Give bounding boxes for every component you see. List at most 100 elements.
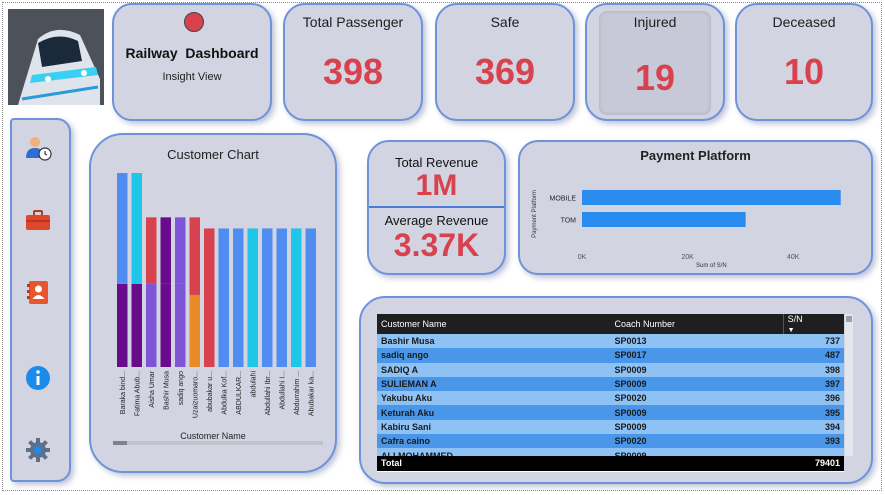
table-row[interactable]: SADIQ A SP0009 398 xyxy=(377,362,844,377)
payment-category-label: TOM xyxy=(561,218,577,225)
cell-sn: 394 xyxy=(783,419,844,435)
table-row[interactable]: Bashir Musa SP0013 737 xyxy=(377,334,844,349)
table-header-row: Customer Name Coach Number S/N ▼ xyxy=(377,314,844,334)
payment-platform-card: Payment Platform Payment Platform MOBILE T… xyxy=(518,140,873,275)
chart-scrollbar-thumb[interactable] xyxy=(113,441,127,445)
gear-icon[interactable] xyxy=(24,436,52,464)
kpi-value: 10 xyxy=(783,51,825,92)
column-header-customer-name[interactable]: Customer Name xyxy=(377,314,611,334)
cell-coach-number: SP0013 xyxy=(610,334,784,349)
cell-coach-number: SP0009 xyxy=(610,376,784,392)
customer-bar-segment[interactable] xyxy=(117,173,128,284)
table-scrollbar[interactable] xyxy=(845,314,853,456)
payment-y-axis-label: Payment Platform xyxy=(532,190,538,238)
customer-bar-segment[interactable] xyxy=(131,283,143,367)
customer-tick-label: Abdulka Kof... xyxy=(221,371,228,415)
customer-tick-label: Baraka bind... xyxy=(120,371,127,414)
customer-bar-segment[interactable] xyxy=(160,283,172,367)
cell-sn: 487 xyxy=(783,348,844,363)
chart-title: Customer Chart xyxy=(167,147,259,162)
customer-tick-label: Aisha Umar xyxy=(149,370,156,407)
customer-bar-segment[interactable] xyxy=(291,228,302,367)
kpi-label: Injured xyxy=(633,14,677,30)
kpi-label: Safe xyxy=(490,14,520,30)
payment-category-label: MOBILE xyxy=(550,196,577,203)
table-total-row: Total 79401 xyxy=(377,456,844,471)
customer-bar-segment[interactable] xyxy=(204,228,215,367)
kpi-injured: Injured 19 xyxy=(585,3,725,121)
customer-tick-label: Abdullahi Ibr... xyxy=(265,371,272,415)
customer-table-wrap: Customer Name Coach Number S/N ▼ Bashir … xyxy=(377,314,844,472)
customer-bar-segment[interactable] xyxy=(131,173,143,284)
customer-chart-card: Customer Chart Baraka bind... Fatima Abub… xyxy=(89,133,337,473)
customer-table: Customer Name Coach Number S/N ▼ Bashir … xyxy=(377,314,844,463)
train-icon xyxy=(8,9,104,105)
kpi-value: 369 xyxy=(474,51,536,92)
cell-customer-name: Kabiru Sani xyxy=(377,419,611,435)
payment-x-tick: 0K xyxy=(578,254,587,261)
customer-tick-label: Bashir Musa xyxy=(163,371,170,410)
cell-sn: 397 xyxy=(783,376,844,392)
customer-bar-segment[interactable] xyxy=(233,228,244,367)
payment-x-tick: 40K xyxy=(787,254,800,261)
kpi-value: 398 xyxy=(322,51,384,92)
cell-coach-number: SP0017 xyxy=(610,348,784,363)
customer-bar-segment[interactable] xyxy=(276,228,288,367)
customer-bar-segment[interactable] xyxy=(247,228,259,367)
column-header-sn[interactable]: S/N ▼ xyxy=(782,314,844,334)
user-clock-icon[interactable] xyxy=(24,134,52,162)
status-dot xyxy=(184,12,204,32)
customer-tick-label: Fatima Abub... xyxy=(134,371,141,416)
revenue-card: Total Revenue 1M Average Revenue 3.37K xyxy=(367,140,506,275)
customer-bar-segment[interactable] xyxy=(160,217,172,284)
customer-bar-segment[interactable] xyxy=(189,294,201,367)
cell-coach-number: SP0020 xyxy=(610,434,784,449)
customer-tick-label: Uzaizuomaro... xyxy=(192,371,199,418)
cell-sn: 395 xyxy=(783,405,844,420)
customer-bar-segment[interactable] xyxy=(189,217,201,295)
customer-bar-segment[interactable] xyxy=(175,283,186,367)
customer-bar-segment[interactable] xyxy=(305,228,317,367)
customer-bar-segment[interactable] xyxy=(146,217,157,284)
info-icon[interactable] xyxy=(24,364,52,392)
table-row[interactable]: Yakubu Aku SP0020 396 xyxy=(377,391,844,406)
sidebar xyxy=(10,118,71,482)
table-scrollbar-thumb[interactable] xyxy=(846,316,852,322)
page-title: Railway Dashboard xyxy=(125,45,259,61)
cell-coach-number: SP0009 xyxy=(610,419,784,435)
sort-desc-icon[interactable]: ▼ xyxy=(788,327,795,334)
table-row[interactable]: Keturah Aku SP0009 395 xyxy=(377,405,844,420)
cell-coach-number: SP0020 xyxy=(610,391,784,406)
cell-coach-number: SP0009 xyxy=(610,405,784,420)
payment-bar[interactable] xyxy=(582,190,841,205)
customer-tick-label: ABDULKAR... xyxy=(236,371,243,415)
customer-bar-segment[interactable] xyxy=(262,228,273,367)
column-header-sn-label: S/N xyxy=(787,314,803,324)
customer-bar-segment[interactable] xyxy=(117,283,128,367)
table-row[interactable]: SULIEMAN A SP0009 397 xyxy=(377,376,844,392)
table-row[interactable]: Kabiru Sani SP0009 394 xyxy=(377,419,844,435)
total-revenue-label: Total Revenue xyxy=(394,155,479,170)
customer-chart: Baraka bind... Fatima Abub... Aisha Umar Ba… xyxy=(117,173,317,418)
total-value: 79401 xyxy=(814,458,840,468)
chart-scrollbar[interactable] xyxy=(113,441,323,445)
cell-customer-name: SADIQ A xyxy=(377,362,611,377)
kpi-value: 19 xyxy=(634,57,676,98)
contact-book-icon[interactable] xyxy=(24,278,52,306)
table-row[interactable]: sadiq ango SP0017 487 xyxy=(377,348,844,363)
total-label: Total xyxy=(381,458,402,468)
customer-bar-segment[interactable] xyxy=(218,228,230,367)
briefcase-icon[interactable] xyxy=(24,206,52,234)
customer-bar-segment[interactable] xyxy=(175,217,186,284)
customer-bar-segment[interactable] xyxy=(146,283,157,367)
column-header-coach-number[interactable]: Coach Number xyxy=(610,314,784,334)
kpi-safe: Safe 369 xyxy=(435,3,575,121)
payment-bar[interactable] xyxy=(582,212,746,227)
cell-sn: 737 xyxy=(783,334,844,349)
average-revenue-label: Average Revenue xyxy=(384,213,489,228)
title-card: Railway Dashboard Insight View xyxy=(112,3,272,121)
table-row[interactable]: Cafra caino SP0020 393 xyxy=(377,434,844,449)
customer-tick-label: Abdurrahim ... xyxy=(294,371,301,415)
cell-customer-name: Yakubu Aku xyxy=(377,391,611,406)
chart-x-label: Customer Name xyxy=(180,431,246,441)
